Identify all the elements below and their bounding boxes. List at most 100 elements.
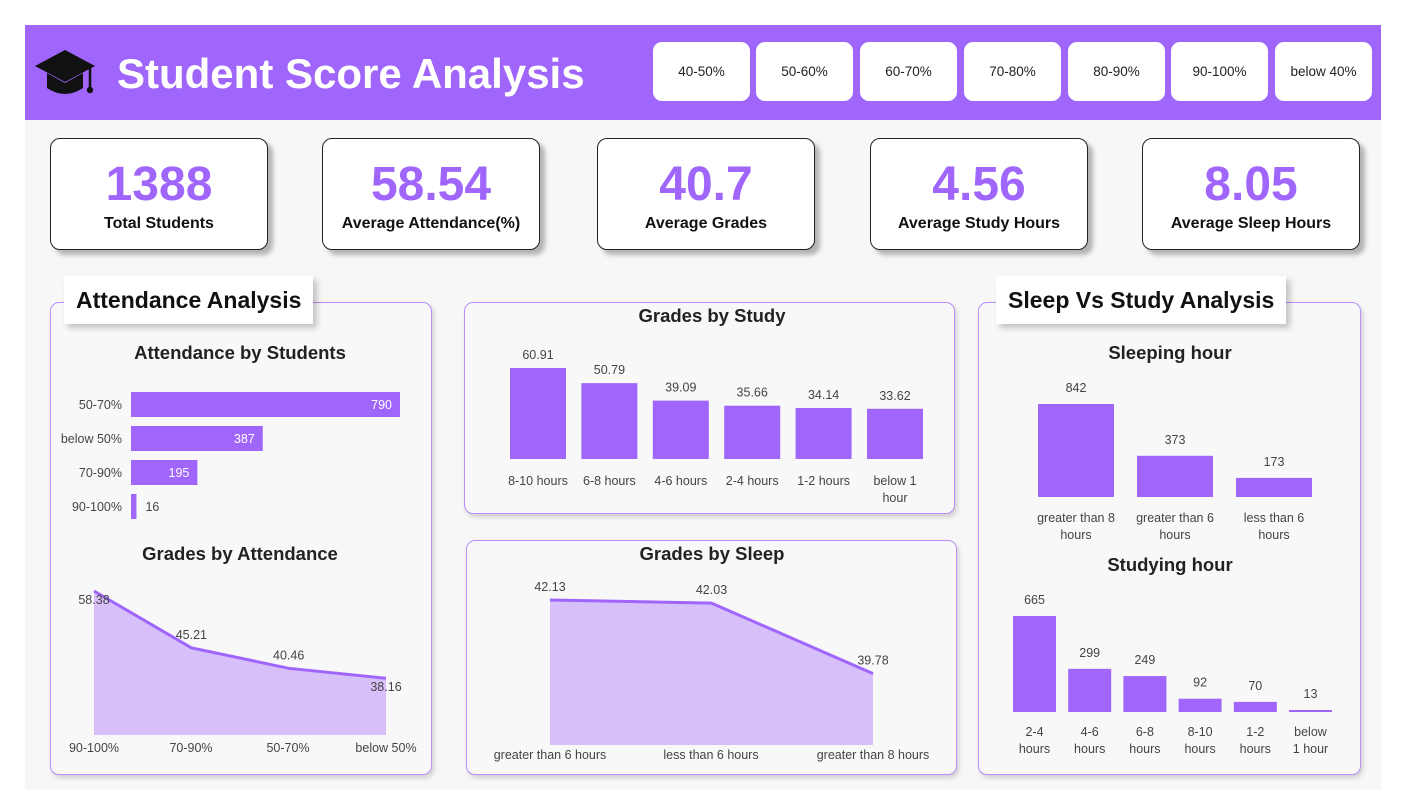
data-label: 58.38: [78, 593, 109, 607]
bar: [867, 408, 923, 459]
kpi-label: Average Study Hours: [897, 215, 1061, 232]
bar: [1013, 616, 1056, 712]
filter-button-90-100[interactable]: 90-100%: [1171, 42, 1268, 101]
data-label: 39.09: [665, 381, 696, 395]
chart-title-grades-by-study: Grades by Study: [638, 305, 786, 326]
data-label: 35.66: [737, 386, 768, 400]
data-label: 39.78: [857, 654, 888, 668]
category-label: 1-2: [1246, 725, 1264, 739]
data-label: 60.91: [522, 348, 553, 362]
data-label: 665: [1024, 593, 1045, 607]
data-label: 387: [234, 432, 255, 446]
bar: [1236, 477, 1312, 497]
data-label: 173: [1264, 455, 1285, 469]
filter-button-50-60[interactable]: 50-60%: [756, 42, 853, 101]
graduation-cap-icon: [35, 50, 95, 94]
category-label: hour: [882, 491, 907, 505]
bar: [1289, 710, 1332, 712]
grades-by-attendance-chart: 58.38 90-100% 45.21 70-90% 40.46 50-70% 38.16 b…: [69, 589, 417, 755]
category-label: 6-8: [1136, 725, 1154, 739]
kpi-card-average-sleep-hours: 8.05 Average Sleep Hours: [1142, 138, 1360, 250]
studying-hour-chart: 665 2-4 hours 299 4-6 hours 249 6-8 hours 92 8-10 h…: [1013, 593, 1332, 756]
bar: [652, 400, 709, 459]
filter-button-40-50[interactable]: 40-50%: [653, 42, 750, 101]
bar: [1123, 676, 1167, 712]
category-label: hours: [1074, 742, 1105, 756]
category-label: less than 6 hours: [663, 748, 758, 762]
kpi-card-average-grades: 40.7 Average Grades: [597, 138, 815, 250]
category-label: 70-90%: [79, 466, 122, 480]
category-label: below: [1294, 725, 1328, 739]
kpi-card-total-students: 1388 Total Students: [50, 138, 268, 250]
data-label: 299: [1079, 646, 1100, 660]
category-label: 8-10 hours: [508, 474, 568, 488]
filter-button-80-90[interactable]: 80-90%: [1068, 42, 1165, 101]
kpi-value: 8.05: [1204, 158, 1298, 211]
data-label: 38.16: [370, 680, 401, 694]
section-label-sleep-study: Sleep Vs Study Analysis: [996, 276, 1287, 324]
category-label: greater than 8 hours: [817, 748, 930, 762]
kpi-label: Total Students: [104, 215, 214, 232]
data-label: 195: [169, 466, 190, 480]
category-label: hours: [1184, 742, 1215, 756]
category-label: 90-100%: [69, 741, 119, 755]
kpi-label: Average Sleep Hours: [1170, 215, 1332, 232]
category-label: 2-4 hours: [726, 474, 779, 488]
data-label: 45.21: [176, 628, 207, 642]
data-label: 70: [1248, 679, 1262, 693]
area-fill: [550, 600, 873, 745]
attendance-by-students-chart: 50-70% 790 below 50% 387 70-90% 195 90-100% 16: [61, 392, 400, 519]
bar: [1137, 455, 1213, 497]
bar: [581, 383, 638, 459]
data-label: 92: [1193, 676, 1207, 690]
category-label: 1-2 hours: [797, 474, 850, 488]
kpi-value: 4.56: [932, 158, 1026, 211]
kpi-label: Average Grades: [644, 215, 768, 232]
chart-title-sleeping-hour: Sleeping hour: [1108, 342, 1232, 363]
data-label: 34.14: [808, 388, 839, 402]
category-label: greater than 6 hours: [494, 748, 607, 762]
bar: [131, 494, 137, 519]
data-label: 42.13: [534, 580, 565, 594]
section-label-attendance: Attendance Analysis: [64, 276, 314, 324]
category-label: 70-90%: [169, 741, 212, 755]
filter-button-below-40[interactable]: below 40%: [1275, 42, 1372, 101]
category-label: less than 6: [1244, 511, 1305, 525]
data-label: 373: [1165, 433, 1186, 447]
bar: [795, 407, 852, 459]
category-label: 6-8 hours: [583, 474, 636, 488]
category-label: hours: [1240, 742, 1271, 756]
bar: [1233, 701, 1277, 712]
bar: [1068, 668, 1112, 712]
data-label: 842: [1066, 381, 1087, 395]
category-label: 8-10: [1188, 725, 1213, 739]
category-label: hours: [1019, 742, 1050, 756]
filter-button-70-80[interactable]: 70-80%: [964, 42, 1061, 101]
bar: [1038, 404, 1114, 497]
category-label: 4-6 hours: [654, 474, 707, 488]
bar: [131, 392, 400, 417]
category-label: 1 hour: [1293, 742, 1328, 756]
category-label: 4-6: [1081, 725, 1099, 739]
data-label: 33.62: [879, 389, 910, 403]
kpi-value: 1388: [105, 158, 213, 211]
kpi-value: 58.54: [370, 158, 492, 211]
page-title: Student Score Analysis: [117, 50, 585, 97]
kpi-label: Average Attendance(%): [341, 215, 521, 232]
category-label: below 50%: [61, 432, 122, 446]
kpi-card-average-attendance: 58.54 Average Attendance(%): [322, 138, 540, 250]
data-label: 50.79: [594, 363, 625, 377]
filter-button-60-70[interactable]: 60-70%: [860, 42, 957, 101]
area-fill: [94, 591, 386, 735]
grades-by-sleep-chart: 42.13 greater than 6 hours 42.03 less than …: [494, 580, 930, 762]
data-label: 790: [371, 398, 392, 412]
category-label: greater than 6: [1136, 511, 1214, 525]
kpi-card-average-study-hours: 4.56 Average Study Hours: [870, 138, 1088, 250]
data-label: 16: [145, 500, 159, 514]
chart-title-attendance-by-students: Attendance by Students: [134, 342, 346, 363]
kpi-value: 40.7: [659, 158, 753, 211]
category-label: hours: [1159, 528, 1190, 542]
bar: [1178, 698, 1222, 712]
chart-title-grades-by-attendance: Grades by Attendance: [142, 543, 338, 564]
grades-by-study-chart: 60.91 8-10 hours 50.79 6-8 hours 39.09 4-6 ho…: [508, 348, 923, 505]
